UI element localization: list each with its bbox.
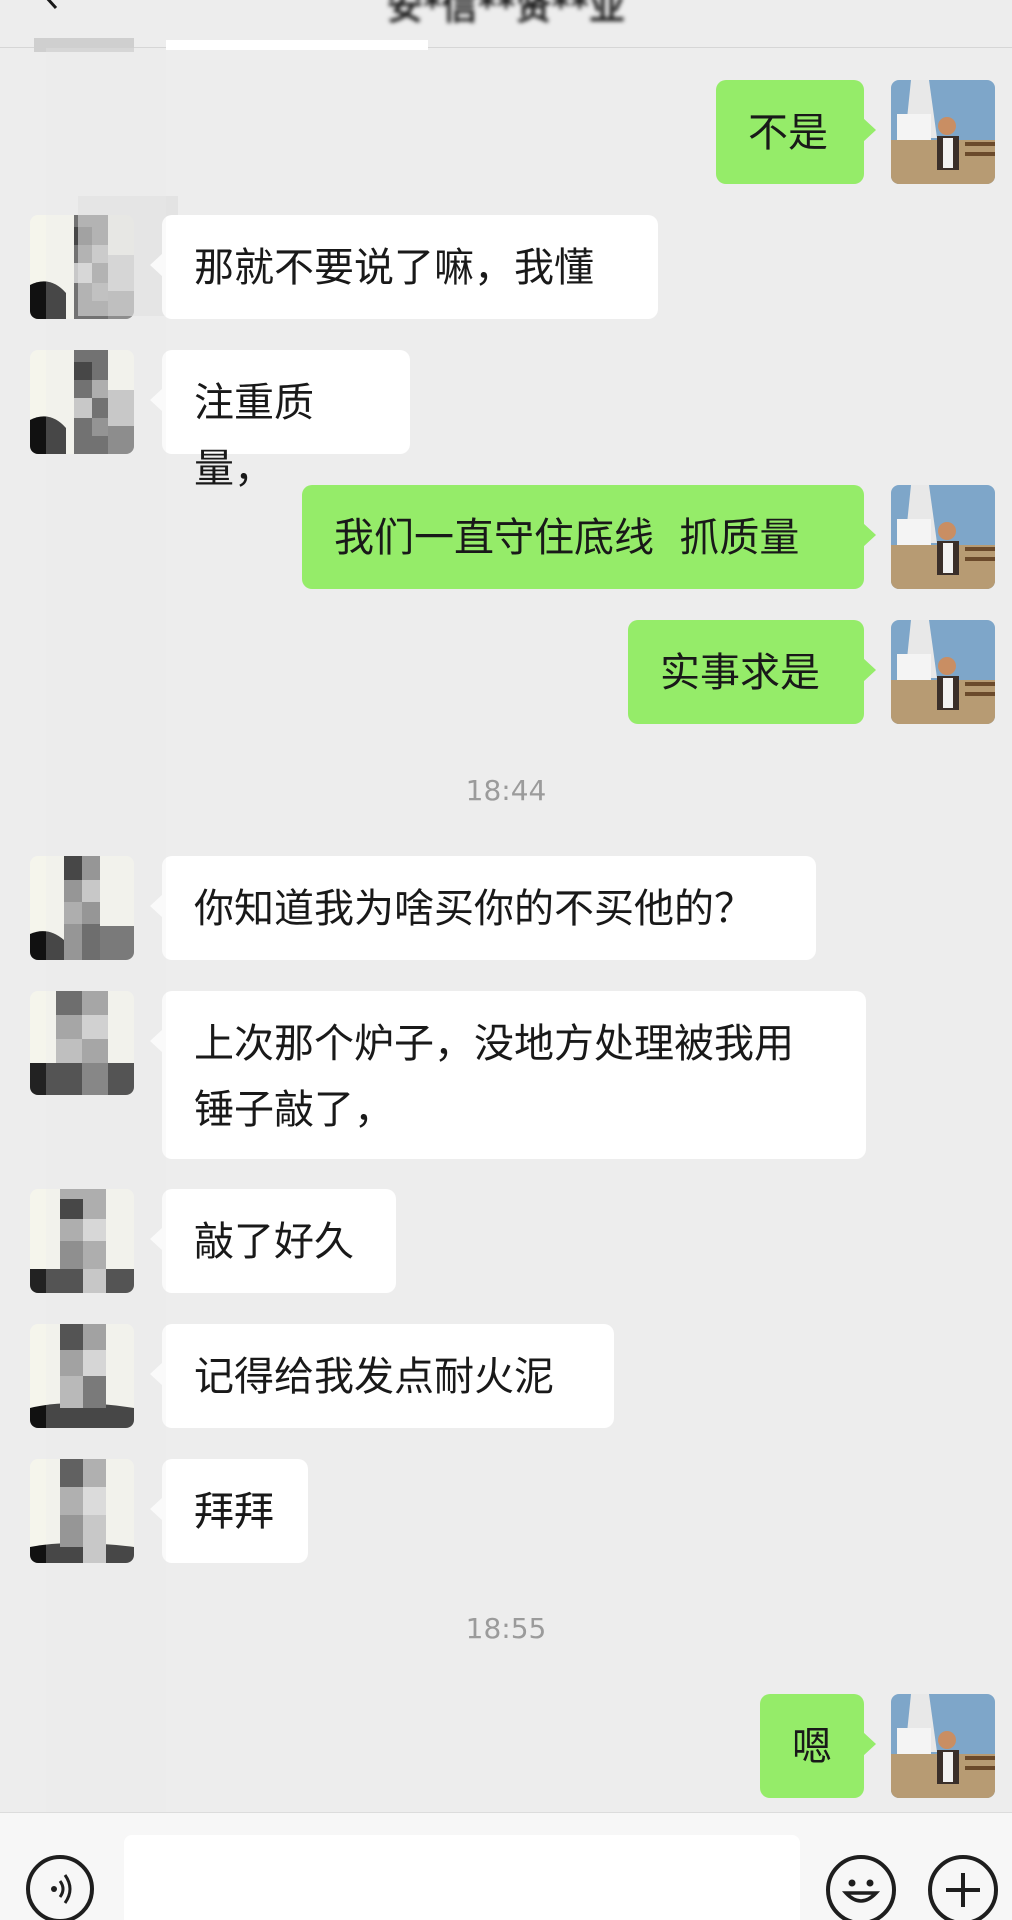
- blurred-name-fragment: [166, 40, 428, 50]
- input-bar: [0, 1812, 1012, 1920]
- emoji-icon[interactable]: [826, 1855, 896, 1920]
- message-text: 不是: [748, 110, 828, 156]
- privacy-mosaic: [46, 48, 166, 1812]
- voice-icon[interactable]: [26, 1855, 94, 1920]
- chat-title: 安*信**贤**业: [386, 0, 626, 28]
- message-bubble[interactable]: 我们一直守住底线 抓质量: [302, 485, 876, 589]
- message-bubble[interactable]: 拜拜: [150, 1459, 308, 1563]
- message-text: 那就不要说了嘛，我懂: [194, 245, 594, 291]
- message-text: 实事求是: [660, 650, 820, 696]
- message-text: 记得给我发点耐火泥: [194, 1354, 554, 1400]
- message-text: 嗯: [792, 1724, 832, 1770]
- message-text-line: 锤子敲了，: [194, 1087, 394, 1133]
- message-bubble[interactable]: 注重质量，: [150, 350, 410, 492]
- message-bubble[interactable]: 敲了好久: [150, 1189, 396, 1293]
- message-text-line: 上次那个炉子，没地方处理被我用: [194, 1021, 794, 1067]
- message-bubble[interactable]: 那就不要说了嘛，我懂: [150, 215, 658, 319]
- plus-icon[interactable]: [928, 1855, 998, 1920]
- my-avatar[interactable]: [891, 1694, 995, 1798]
- message-text: 拜拜: [194, 1489, 274, 1535]
- message-bubble[interactable]: 记得给我发点耐火泥: [150, 1324, 614, 1428]
- chat-header: 安*信**贤**业: [0, 0, 1012, 48]
- my-avatar[interactable]: [891, 80, 995, 184]
- my-avatar[interactable]: [891, 485, 995, 589]
- chat-screen: 安*信**贤**业 不是 那就不要说了嘛，我懂 注重质量， 我们一直守住底线 抓…: [0, 0, 1012, 1920]
- message-text: 你知道我为啥买你的不买他的？: [194, 886, 754, 932]
- message-bubble[interactable]: 上次那个炉子，没地方处理被我用 锤子敲了，: [150, 991, 866, 1159]
- message-bubble[interactable]: 不是: [716, 80, 876, 184]
- message-text: 我们一直守住底线 抓质量: [334, 515, 800, 561]
- message-input[interactable]: [124, 1835, 800, 1920]
- message-bubble[interactable]: 你知道我为啥买你的不买他的？: [150, 856, 816, 960]
- message-bubble[interactable]: 实事求是: [628, 620, 876, 724]
- my-avatar[interactable]: [891, 620, 995, 724]
- message-list: 不是 那就不要说了嘛，我懂 注重质量， 我们一直守住底线 抓质量 实事求是 18…: [0, 38, 1012, 1812]
- message-text: 敲了好久: [194, 1219, 354, 1265]
- message-bubble[interactable]: 嗯: [760, 1694, 876, 1798]
